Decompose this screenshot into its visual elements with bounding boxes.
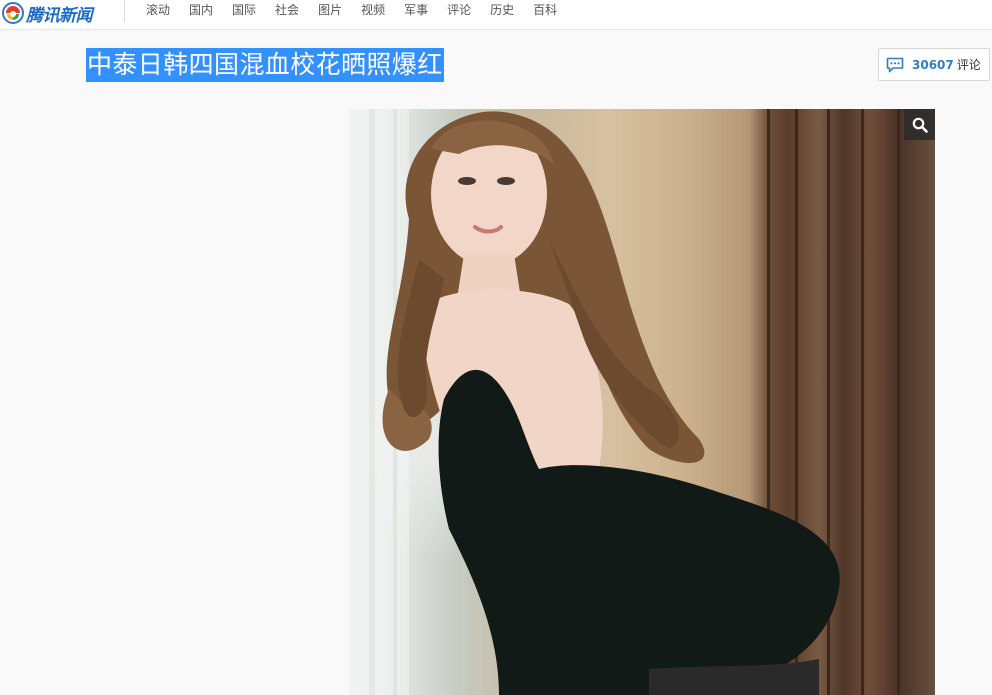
comment-button[interactable]: 30607 评论 bbox=[878, 48, 990, 81]
nav-item[interactable]: 国内 bbox=[189, 0, 213, 20]
nav-item[interactable]: 社会 bbox=[275, 0, 299, 20]
nav-item[interactable]: 历史 bbox=[490, 0, 514, 20]
nav-item[interactable]: 国际 bbox=[232, 0, 256, 20]
nav-divider bbox=[124, 0, 125, 22]
tencent-news-logo[interactable]: 腾讯新闻 bbox=[2, 1, 93, 26]
top-navigation-bar: 腾讯新闻 滚动 国内 国际 社会 图片 视频 军事 评论 历史 百科 bbox=[0, 0, 992, 30]
tencent-logo-icon bbox=[2, 2, 24, 24]
nav-item[interactable]: 滚动 bbox=[146, 0, 170, 20]
logo-text: 腾讯新闻 bbox=[26, 5, 93, 26]
article-photo[interactable] bbox=[349, 109, 935, 695]
comment-bubble-icon bbox=[886, 57, 904, 72]
nav-item[interactable]: 军事 bbox=[404, 0, 428, 20]
comment-label: 评论 bbox=[956, 58, 981, 72]
nav-item[interactable]: 评论 bbox=[447, 0, 471, 20]
search-icon bbox=[912, 117, 928, 133]
comment-count: 30607 bbox=[912, 57, 954, 72]
channel-nav: 滚动 国内 国际 社会 图片 视频 军事 评论 历史 百科 bbox=[146, 0, 557, 20]
nav-item[interactable]: 百科 bbox=[533, 0, 557, 20]
nav-item[interactable]: 图片 bbox=[318, 0, 342, 20]
zoom-button[interactable] bbox=[904, 109, 935, 140]
photo-illustration bbox=[349, 109, 900, 695]
article-title: 中泰日韩四国混血校花晒照爆红 bbox=[86, 48, 444, 82]
nav-item[interactable]: 视频 bbox=[361, 0, 385, 20]
